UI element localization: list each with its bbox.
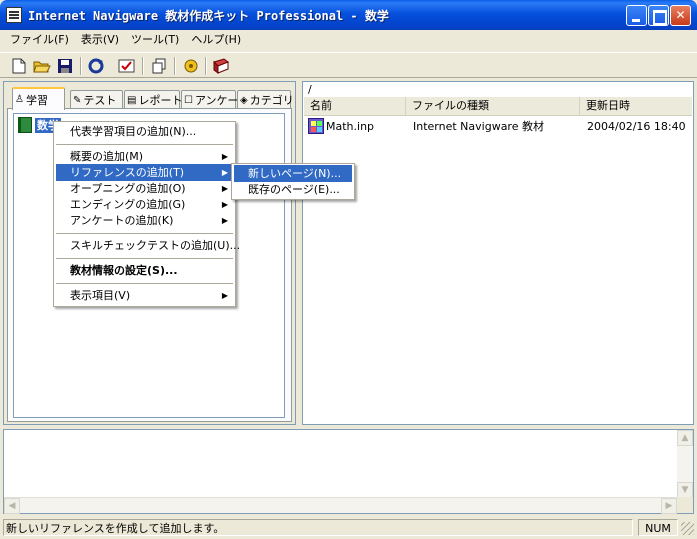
maximize-button[interactable] (648, 5, 669, 26)
menu-view[interactable]: 表示(V) (75, 31, 125, 49)
submenu-arrow-icon: ▶ (221, 168, 228, 177)
scroll-right-icon[interactable]: ▶ (661, 498, 677, 514)
tab-label: テスト (83, 94, 117, 107)
menu-item-add-survey[interactable]: アンケートの追加(K) ▶ (56, 212, 233, 229)
menu-tools[interactable]: ツール(T) (125, 31, 185, 49)
menu-item-label: スキルチェックテストの追加(U)... (70, 239, 241, 252)
submenu-arrow-icon: ▶ (221, 152, 228, 161)
refresh-icon[interactable] (86, 56, 106, 76)
submenu-arrow-icon: ▶ (221, 216, 228, 225)
status-bar: 新しいリファレンスを作成して追加します。 NUM (0, 516, 697, 539)
resize-grip[interactable] (681, 522, 694, 535)
tab-test[interactable]: ✎ テスト (70, 90, 123, 109)
tab-category[interactable]: ◈ カテゴリ (237, 90, 294, 109)
settings-icon[interactable] (181, 56, 201, 76)
tab-label: レポート (138, 94, 183, 107)
list-item[interactable]: Math.inp Internet Navigware 教材 2004/02/1… (304, 118, 692, 135)
window-title: Internet Navigware 教材作成キット Professional … (28, 9, 389, 23)
navigware-file-icon (308, 118, 324, 134)
menu-item-add-representative[interactable]: 代表学習項目の追加(N)... (56, 123, 233, 140)
submenu-arrow-icon: ▶ (221, 291, 228, 300)
menu-item-add-skillcheck[interactable]: スキルチェックテストの追加(U)... (56, 237, 240, 254)
menu-item-label: 代表学習項目の追加(N)... (70, 125, 197, 138)
column-header-name[interactable]: 名前 (304, 97, 406, 115)
menu-item-add-overview[interactable]: 概要の追加(M) ▶ (56, 148, 233, 165)
menu-item-add-reference[interactable]: リファレンスの追加(T) ▶ (56, 164, 233, 181)
menu-file[interactable]: ファイル(F) (4, 31, 75, 49)
copy-window-icon[interactable] (149, 56, 169, 76)
book-icon[interactable] (211, 56, 231, 76)
vertical-scrollbar[interactable]: ▲ ▼ (677, 430, 693, 498)
output-area[interactable]: ▲ ▼ ◀ ▶ (3, 429, 694, 514)
open-folder-icon[interactable] (32, 56, 52, 76)
scroll-down-icon[interactable]: ▼ (677, 482, 693, 498)
tab-survey[interactable]: ☐ アンケート (181, 90, 250, 109)
status-message: 新しいリファレンスを作成して追加します。 (3, 519, 633, 536)
tab-label: 学習 (25, 93, 48, 107)
menu-item-display-items[interactable]: 表示項目(V) ▶ (56, 287, 233, 304)
pen-icon: ✎ (73, 94, 82, 106)
tab-strip: ♙ 学習 ✎ テスト ▤ レポート ☐ アンケート ◈ カテゴリ (7, 87, 294, 110)
submenu-arrow-icon: ▶ (221, 200, 228, 209)
file-type: Internet Navigware 教材 (413, 120, 544, 133)
tab-learning[interactable]: ♙ 学習 (12, 87, 65, 110)
menu-item-label: エンディングの追加(G) (70, 198, 186, 211)
file-name: Math.inp (326, 120, 375, 133)
menu-bar: ファイル(F) 表示(V) ツール(T) ヘルプ(H) (0, 30, 697, 50)
tab-report[interactable]: ▤ レポート (124, 90, 183, 109)
menu-item-label: オープニングの追加(O) (70, 182, 186, 195)
scroll-up-icon[interactable]: ▲ (677, 430, 693, 446)
menu-item-label: アンケートの追加(K) (70, 214, 174, 227)
check-icon[interactable] (117, 56, 137, 76)
menu-item-material-settings[interactable]: 教材情報の設定(S)... (56, 262, 233, 279)
context-menu: 代表学習項目の追加(N)... 概要の追加(M) ▶ リファレンスの追加(T) ▶ … (53, 121, 240, 307)
list-header: 名前 ファイルの種類 更新日時 (304, 97, 692, 116)
title-bar[interactable]: Internet Navigware 教材作成キット Professional … (0, 0, 697, 30)
category-icon: ◈ (240, 94, 248, 106)
num-lock-indicator: NUM (638, 519, 678, 536)
menu-item-label: 教材情報の設定(S)... (70, 264, 178, 277)
toolbar (0, 52, 697, 78)
reference-submenu: 新しいページ(N)... 既存のページ(E)... (231, 163, 355, 200)
submenu-arrow-icon: ▶ (221, 184, 228, 193)
save-icon[interactable] (55, 56, 75, 76)
tab-label: カテゴリ (249, 94, 294, 107)
column-header-type[interactable]: ファイルの種類 (406, 97, 580, 115)
menu-item-existing-page[interactable]: 既存のページ(E)... (234, 181, 352, 198)
file-modified: 2004/02/16 18:40 (587, 120, 686, 133)
menu-item-label: 概要の追加(M) (70, 150, 144, 163)
menu-help[interactable]: ヘルプ(H) (185, 31, 247, 49)
menu-item-add-ending[interactable]: エンディングの追加(G) ▶ (56, 196, 233, 213)
current-path: / (308, 83, 312, 96)
menu-item-label: 表示項目(V) (70, 289, 131, 302)
file-list-pane: / 名前 ファイルの種類 更新日時 Math.inp Internet Navi… (302, 81, 694, 425)
survey-icon: ☐ (184, 94, 193, 106)
scroll-left-icon[interactable]: ◀ (4, 498, 20, 514)
menu-item-add-opening[interactable]: オープニングの追加(O) ▶ (56, 180, 233, 197)
app-icon[interactable] (6, 7, 22, 23)
new-file-icon[interactable] (9, 56, 29, 76)
menu-item-new-page[interactable]: 新しいページ(N)... (234, 165, 352, 182)
menu-item-label: 新しいページ(N)... (248, 167, 342, 180)
menu-item-label: 既存のページ(E)... (248, 183, 340, 196)
close-button[interactable] (670, 5, 691, 26)
menu-item-label: リファレンスの追加(T) (70, 166, 185, 179)
column-header-modified[interactable]: 更新日時 (580, 97, 692, 115)
person-icon: ♙ (15, 94, 24, 105)
report-icon: ▤ (127, 94, 137, 106)
minimize-button[interactable] (626, 5, 647, 26)
horizontal-scrollbar[interactable]: ◀ ▶ (4, 497, 693, 514)
book-icon (18, 117, 32, 133)
